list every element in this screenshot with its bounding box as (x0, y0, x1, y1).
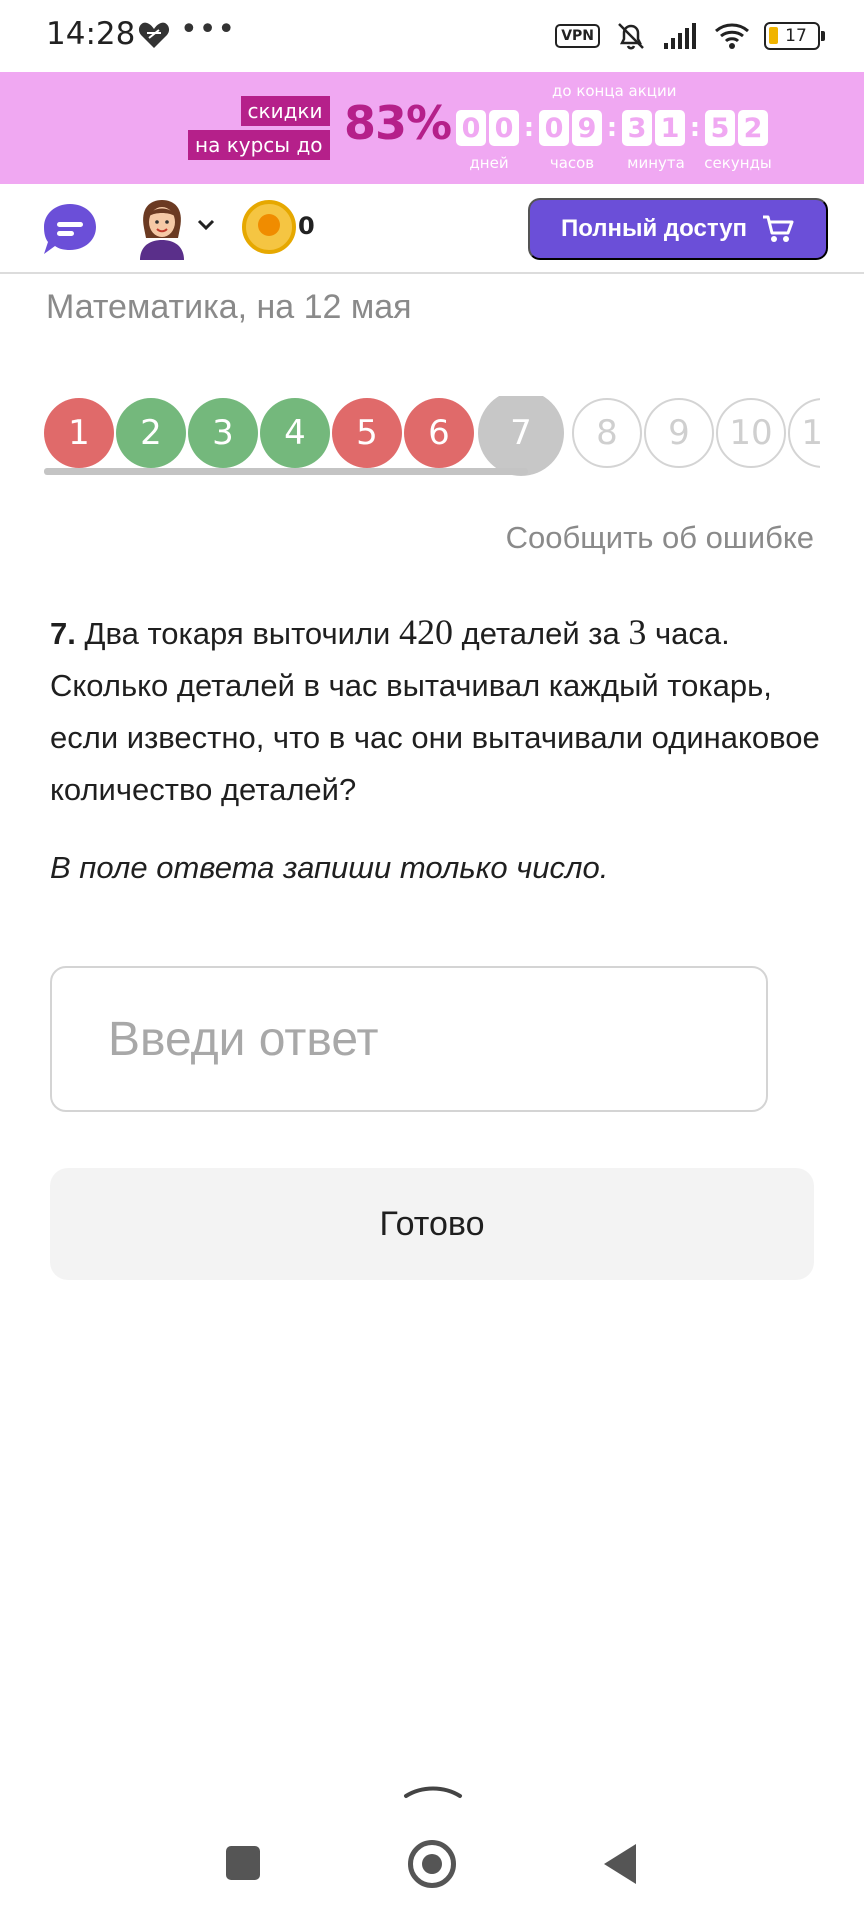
countdown-label-minutes: минута (627, 154, 685, 172)
avatar[interactable] (134, 198, 190, 260)
question-4-button[interactable]: 4 (260, 398, 330, 468)
battery-level: 17 (785, 26, 807, 46)
promo-tag-discounts: скидки (240, 96, 330, 126)
countdown-separator: : (689, 113, 701, 143)
coin-icon (242, 200, 296, 254)
question-navigator: 1 2 3 4 5 6 7 8 9 10 11 (44, 396, 820, 476)
coin-count: 0 (298, 212, 315, 240)
countdown-label-hours: часов (549, 154, 595, 172)
question-number-value: 420 (398, 612, 453, 652)
signal-icon (664, 23, 696, 49)
battery-icon: 17 (764, 22, 825, 50)
status-icons: VPN 17 (555, 18, 825, 54)
full-access-label: Полный доступ (560, 215, 748, 242)
countdown-digit: 3 (622, 110, 652, 146)
question-1-button[interactable]: 1 (44, 398, 114, 468)
question-3-button[interactable]: 3 (188, 398, 258, 468)
page-subtitle: Математика, на 12 мая (46, 288, 412, 326)
question-8-button[interactable]: 8 (572, 398, 642, 468)
countdown-separator: : (523, 113, 535, 143)
promo-banner[interactable]: скидки на курсы до 83% до конца акции 0 … (0, 72, 864, 184)
question-text-part: деталей за (461, 616, 620, 651)
answer-input[interactable] (50, 966, 768, 1112)
done-button[interactable]: Готово (50, 1168, 814, 1280)
countdown-digit: 1 (655, 110, 685, 146)
status-bar: 14:28 ••• VPN 17 (0, 0, 864, 72)
countdown-timer: 0 0 : 0 9 : 3 1 : 5 2 (456, 110, 771, 146)
countdown-label-days: дней (469, 154, 509, 172)
question-number-value: 3 (628, 612, 647, 652)
question-progress-underline (44, 468, 528, 475)
countdown-digit: 0 (539, 110, 569, 146)
countdown-digit: 0 (456, 110, 486, 146)
promo-percent: 83% (344, 96, 452, 150)
countdown-digit: 9 (572, 110, 602, 146)
wifi-icon (715, 23, 749, 49)
countdown-digit: 2 (738, 110, 768, 146)
swipe-up-icon[interactable] (402, 1780, 464, 1800)
report-error-link[interactable]: Сообщить об ошибке (506, 520, 814, 556)
promo-until-label: до конца акции (552, 82, 677, 100)
full-access-button[interactable]: Полный доступ (528, 198, 828, 260)
muted-bell-icon (618, 23, 644, 50)
question-11-button[interactable]: 11 (788, 398, 820, 468)
countdown-digit: 5 (705, 110, 735, 146)
question-5-button[interactable]: 5 (332, 398, 402, 468)
countdown-digit: 0 (489, 110, 519, 146)
question-9-button[interactable]: 9 (644, 398, 714, 468)
question-text-part: Два токаря выточили (84, 616, 391, 651)
heart-icon (138, 22, 170, 48)
promo-tags: скидки на курсы до (188, 96, 330, 160)
answer-hint: В поле ответа запиши только число. (50, 850, 609, 885)
promo-tag-courses: на курсы до (188, 130, 330, 160)
vpn-icon: VPN (555, 24, 600, 48)
question-10-button[interactable]: 10 (716, 398, 786, 468)
chevron-down-icon[interactable] (196, 218, 216, 232)
chat-icon[interactable] (40, 200, 100, 258)
cart-icon (763, 215, 794, 242)
countdown-label-seconds: секунды (704, 154, 772, 172)
app-header: 0 Полный доступ (0, 184, 864, 274)
back-button[interactable] (604, 1844, 636, 1884)
recent-apps-button[interactable] (226, 1846, 260, 1880)
more-notifications-icon: ••• (180, 12, 237, 47)
home-button[interactable] (408, 1840, 456, 1888)
question-number: 7. (50, 616, 76, 651)
countdown-separator: : (606, 113, 618, 143)
question-7-button[interactable]: 7 (478, 396, 564, 476)
question-6-button[interactable]: 6 (404, 398, 474, 468)
question-2-button[interactable]: 2 (116, 398, 186, 468)
question-text: 7. Два токаря выточили 420 деталей за 3 … (50, 606, 820, 816)
status-time: 14:28 (46, 16, 136, 52)
